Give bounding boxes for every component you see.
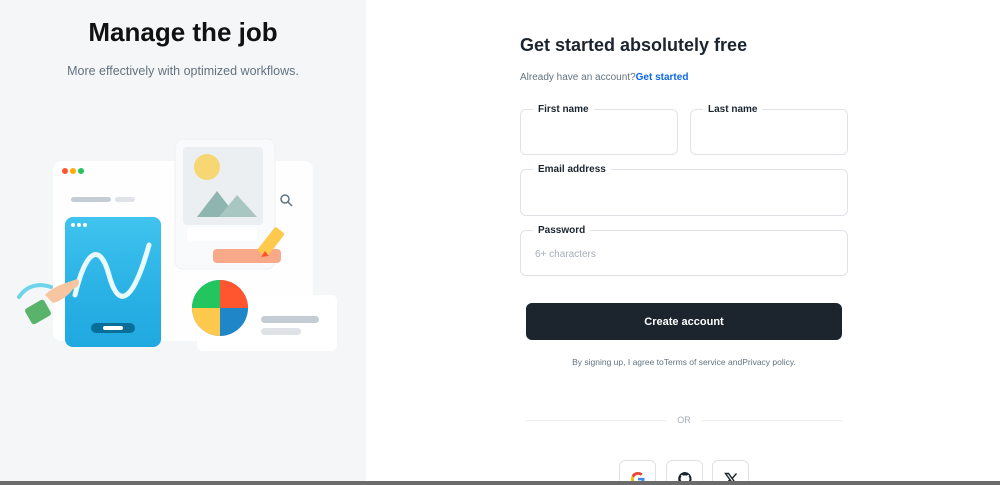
signup-panel: Get started absolutely free Already have… bbox=[366, 0, 1000, 485]
hero-title: Manage the job bbox=[88, 17, 278, 47]
form-title: Get started absolutely free bbox=[520, 35, 748, 55]
workflow-illustration bbox=[17, 138, 337, 351]
signin-prompt-text: Already have an account? bbox=[520, 72, 636, 83]
create-account-button[interactable]: Create account bbox=[526, 303, 842, 340]
terms-of-service-link[interactable]: Terms of service bbox=[664, 357, 726, 367]
hero-subtitle: More effectively with optimized workflow… bbox=[67, 64, 299, 78]
email-field: Email address bbox=[520, 164, 848, 216]
horizontal-scrollbar[interactable] bbox=[0, 481, 1000, 485]
first-name-input[interactable] bbox=[521, 110, 677, 154]
terms-text: By signing up, I agree toTerms of servic… bbox=[520, 357, 848, 367]
signin-prompt: Already have an account?Get started bbox=[520, 72, 688, 83]
password-input[interactable] bbox=[521, 231, 847, 275]
or-divider: OR bbox=[526, 414, 842, 426]
terms-prefix: By signing up, I agree to bbox=[572, 357, 664, 367]
password-field: Password bbox=[520, 225, 848, 276]
terms-suffix: . bbox=[793, 357, 796, 367]
last-name-input[interactable] bbox=[691, 110, 847, 154]
signin-link[interactable]: Get started bbox=[636, 72, 689, 83]
divider-label: OR bbox=[677, 415, 691, 425]
email-input[interactable] bbox=[521, 170, 847, 215]
last-name-field: Last name bbox=[690, 104, 848, 155]
hero-panel: Manage the job More effectively with opt… bbox=[0, 0, 366, 485]
privacy-policy-link[interactable]: Privacy policy bbox=[742, 357, 793, 367]
first-name-field: First name bbox=[520, 104, 678, 155]
terms-and: and bbox=[725, 357, 743, 367]
